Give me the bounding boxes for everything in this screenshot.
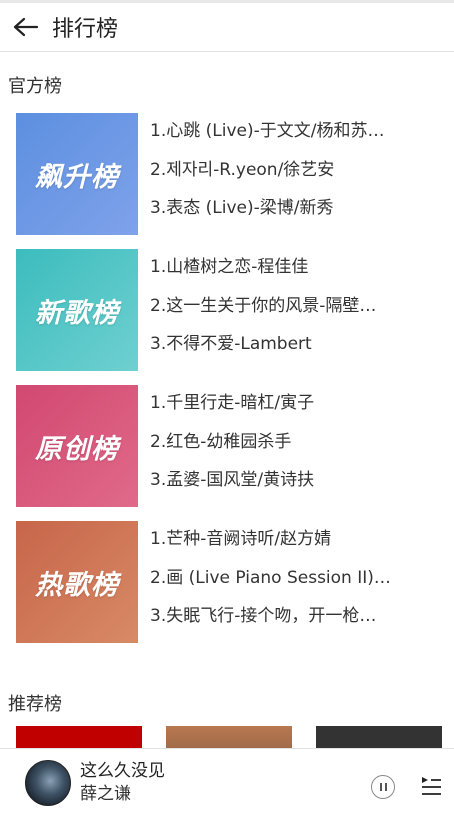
playlist-icon — [422, 777, 441, 795]
chart-cover-soar[interactable]: 飙升榜 — [16, 113, 138, 235]
recommend-chart-list — [16, 726, 454, 750]
page-title: 排行榜 — [52, 17, 119, 42]
chart-row-original[interactable]: 原创榜 1.千里行走-暗杠/寅子 2.红色-幼稚园杀手 3.孟婆-国风堂/黄诗扶 — [16, 385, 446, 507]
chart-cover-label: 热歌榜 — [35, 569, 119, 601]
track-list: 1.千里行走-暗杠/寅子 2.红色-幼稚园杀手 3.孟婆-国风堂/黄诗扶 — [150, 385, 410, 507]
section-title-recommend: 推荐榜 — [8, 694, 62, 715]
mini-player[interactable]: 这么久没见 薛之谦 — [0, 748, 454, 816]
track-item[interactable]: 3.失眠飞行-接个吻，开一枪… — [150, 604, 408, 643]
pause-icon-bar — [384, 783, 387, 791]
track-item[interactable]: 3.不得不爱-Lambert — [150, 332, 408, 371]
chart-row-hot[interactable]: 热歌榜 1.芒种-音阙诗听/赵方婧 2.画 (Live Piano Sessio… — [16, 521, 446, 643]
chart-cover-hot[interactable]: 热歌榜 — [16, 521, 138, 643]
chart-cover-new[interactable]: 新歌榜 — [16, 249, 138, 371]
track-item[interactable]: 1.山楂树之恋-程佳佳 — [150, 255, 408, 294]
track-item[interactable]: 2.这一生关于你的风景-隔壁… — [150, 294, 408, 333]
track-list: 1.心跳 (Live)-于文文/杨和苏… 2.제자리-R.yeon/徐艺安 3.… — [150, 113, 410, 235]
back-button[interactable] — [0, 3, 52, 51]
playlist-button[interactable] — [418, 773, 444, 799]
track-item[interactable]: 1.心跳 (Live)-于文文/杨和苏… — [150, 119, 408, 158]
song-artist: 薛之谦 — [80, 783, 131, 804]
recommend-chart-cover[interactable] — [316, 726, 442, 750]
track-item[interactable]: 3.孟婆-国风堂/黄诗扶 — [150, 468, 408, 507]
track-item[interactable]: 2.제자리-R.yeon/徐艺安 — [150, 158, 408, 197]
chart-cover-label: 原创榜 — [35, 433, 119, 465]
track-item[interactable]: 1.千里行走-暗杠/寅子 — [150, 391, 408, 430]
chart-cover-label: 新歌榜 — [35, 297, 119, 329]
chart-cover-original[interactable]: 原创榜 — [16, 385, 138, 507]
track-list: 1.山楂树之恋-程佳佳 2.这一生关于你的风景-隔壁… 3.不得不爱-Lambe… — [150, 249, 410, 371]
section-title-official: 官方榜 — [8, 76, 62, 97]
track-item[interactable]: 1.芒种-音阙诗听/赵方婧 — [150, 527, 408, 566]
pause-icon — [379, 783, 382, 791]
chart-row-new[interactable]: 新歌榜 1.山楂树之恋-程佳佳 2.这一生关于你的风景-隔壁… 3.不得不爱-L… — [16, 249, 446, 371]
recommend-chart-cover[interactable] — [166, 726, 292, 750]
chart-row-soar[interactable]: 飙升榜 1.心跳 (Live)-于文文/杨和苏… 2.제자리-R.yeon/徐艺… — [16, 113, 446, 235]
track-item[interactable]: 3.表态 (Live)-梁博/新秀 — [150, 196, 408, 235]
track-item[interactable]: 2.红色-幼稚园杀手 — [150, 430, 408, 469]
chart-cover-label: 飙升榜 — [35, 161, 119, 193]
now-playing-info[interactable]: 这么久没见 薛之谦 — [80, 760, 165, 806]
pause-button[interactable] — [371, 775, 395, 799]
song-title: 这么久没见 — [80, 760, 165, 781]
album-art[interactable] — [25, 759, 71, 806]
track-list: 1.芒种-音阙诗听/赵方婧 2.画 (Live Piano Session II… — [150, 521, 410, 643]
arrow-left-icon — [13, 17, 39, 37]
header-bar: 排行榜 — [0, 0, 454, 52]
recommend-chart-cover[interactable] — [16, 726, 142, 750]
track-item[interactable]: 2.画 (Live Piano Session II)… — [150, 566, 408, 605]
